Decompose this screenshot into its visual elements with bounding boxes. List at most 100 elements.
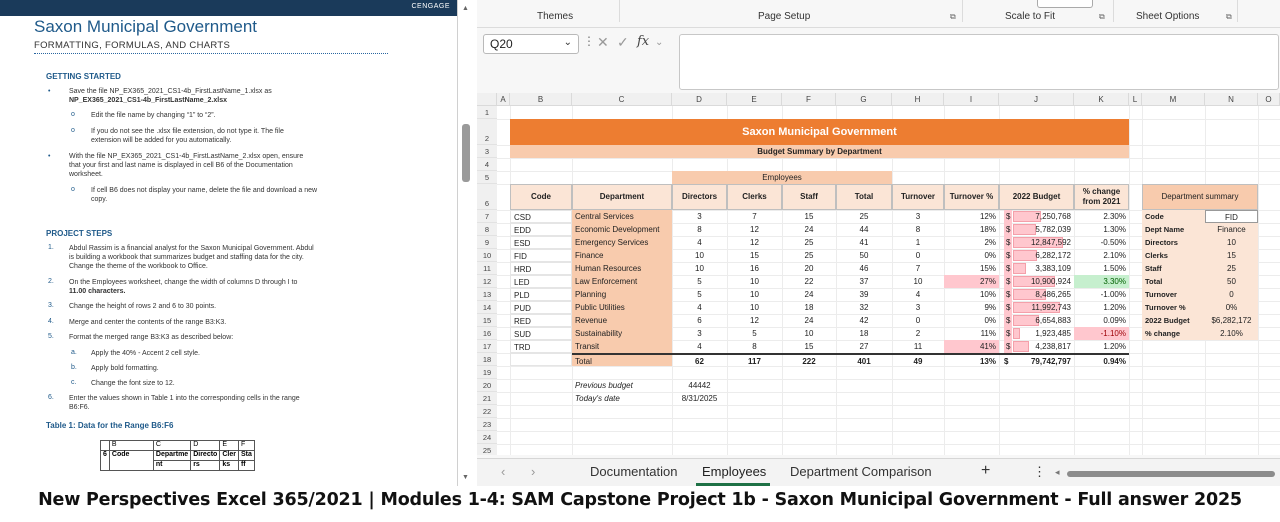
total-code[interactable]	[510, 353, 572, 366]
summary-label[interactable]: Clerks	[1142, 249, 1205, 262]
row-header-9[interactable]: 9	[477, 236, 497, 249]
total-s[interactable]: 222	[782, 353, 836, 366]
cell-turnover[interactable]: 8	[892, 223, 944, 236]
cell-budget[interactable]: $11,992,743	[999, 301, 1074, 314]
header-total[interactable]: Total	[836, 184, 892, 210]
cell-budget[interactable]: $6,282,172	[999, 249, 1074, 262]
row-header-14[interactable]: 14	[477, 301, 497, 314]
header-dept[interactable]: Department	[572, 184, 672, 210]
summary-value[interactable]: 15	[1205, 249, 1258, 262]
summary-value[interactable]: 25	[1205, 262, 1258, 275]
scroll-left-icon[interactable]: ◂	[1055, 467, 1060, 478]
cell-code[interactable]: FID	[510, 249, 572, 262]
cell-staff[interactable]: 25	[782, 249, 836, 262]
cell-turnover-pct[interactable]: 11%	[944, 327, 999, 340]
cell-turnover-pct[interactable]: 0%	[944, 249, 999, 262]
row-header-13[interactable]: 13	[477, 288, 497, 301]
cell-directors[interactable]: 3	[672, 327, 727, 340]
cell-turnover-pct[interactable]: 41%	[944, 340, 999, 353]
row-header-18[interactable]: 18	[477, 353, 497, 366]
more-tabs-icon[interactable]: ⋮	[1033, 464, 1046, 480]
cell-clerks[interactable]: 12	[727, 223, 782, 236]
column-header-l[interactable]: L	[1129, 93, 1142, 106]
header-change[interactable]: % change from 2021	[1074, 184, 1129, 210]
horizontal-scrollbar[interactable]	[1067, 471, 1275, 477]
cell-total[interactable]: 25	[836, 210, 892, 223]
column-header-a[interactable]: A	[497, 93, 510, 106]
row-header-3[interactable]: 3	[477, 145, 497, 158]
header-clerks[interactable]: Clerks	[727, 184, 782, 210]
cell-total[interactable]: 46	[836, 262, 892, 275]
cell-turnover-pct[interactable]: 2%	[944, 236, 999, 249]
cell-clerks[interactable]: 5	[727, 327, 782, 340]
cell-budget[interactable]: $4,238,817	[999, 340, 1074, 353]
cell-code[interactable]: LED	[510, 275, 572, 288]
tab-department-comparison[interactable]: Department Comparison	[790, 464, 932, 479]
cell-total[interactable]: 42	[836, 314, 892, 327]
cell-turnover-pct[interactable]: 10%	[944, 288, 999, 301]
cell-turnover[interactable]: 4	[892, 288, 944, 301]
sheet-options-launcher-icon[interactable]: ⧉	[1226, 12, 1232, 22]
summary-value[interactable]: 10	[1205, 236, 1258, 249]
cell-staff[interactable]: 24	[782, 288, 836, 301]
cell-department[interactable]: Transit	[572, 340, 672, 353]
cell-department[interactable]: Planning	[572, 288, 672, 301]
cell-clerks[interactable]: 15	[727, 249, 782, 262]
total-label[interactable]: Total	[572, 353, 672, 366]
cell-budget[interactable]: $8,486,265	[999, 288, 1074, 301]
employees-group-header[interactable]: Employees	[672, 171, 892, 184]
todays-date-label[interactable]: Today's date	[572, 392, 672, 405]
cell-turnover[interactable]: 11	[892, 340, 944, 353]
column-header-d[interactable]: D	[672, 93, 727, 106]
cell-budget[interactable]: $12,847,592	[999, 236, 1074, 249]
row-header-23[interactable]: 23	[477, 418, 497, 431]
cell-directors[interactable]: 6	[672, 314, 727, 327]
summary-value[interactable]: FID	[1205, 210, 1258, 223]
cell-turnover[interactable]: 3	[892, 301, 944, 314]
ribbon-group-sheet-options[interactable]: Sheet Options	[1136, 11, 1199, 22]
insert-function-icon[interactable]: fx	[637, 34, 649, 49]
cell-turnover-pct[interactable]: 12%	[944, 210, 999, 223]
cell-turnover[interactable]: 0	[892, 249, 944, 262]
cell-directors[interactable]: 4	[672, 236, 727, 249]
row-header-15[interactable]: 15	[477, 314, 497, 327]
column-header-g[interactable]: G	[836, 93, 892, 106]
cell-turnover[interactable]: 2	[892, 327, 944, 340]
cell-change[interactable]: 3.30%	[1074, 275, 1129, 288]
cell-department[interactable]: Emergency Services	[572, 236, 672, 249]
ribbon-group-scale-to-fit[interactable]: Scale to Fit	[1005, 11, 1055, 22]
cell-directors[interactable]: 3	[672, 210, 727, 223]
cell-turnover[interactable]: 7	[892, 262, 944, 275]
cancel-icon[interactable]: ✕	[597, 34, 609, 51]
cell-total[interactable]: 44	[836, 223, 892, 236]
cell-total[interactable]: 37	[836, 275, 892, 288]
total-turnover-pct[interactable]: 13%	[944, 353, 999, 366]
column-header-e[interactable]: E	[727, 93, 782, 106]
cell-change[interactable]: 1.20%	[1074, 340, 1129, 353]
previous-budget-label[interactable]: Previous budget	[572, 379, 672, 392]
cell-code[interactable]: PLD	[510, 288, 572, 301]
sheet-title[interactable]: Saxon Municipal Government	[510, 119, 1129, 145]
column-header-j[interactable]: J	[999, 93, 1074, 106]
summary-label[interactable]: Staff	[1142, 262, 1205, 275]
tab-documentation[interactable]: Documentation	[590, 464, 677, 479]
cell-staff[interactable]: 15	[782, 210, 836, 223]
row-header-8[interactable]: 8	[477, 223, 497, 236]
total-c[interactable]: 117	[727, 353, 782, 366]
cell-change[interactable]: 2.10%	[1074, 249, 1129, 262]
cell-total[interactable]: 50	[836, 249, 892, 262]
cell-directors[interactable]: 4	[672, 340, 727, 353]
cell-staff[interactable]: 18	[782, 301, 836, 314]
cell-code[interactable]: ESD	[510, 236, 572, 249]
cell-turnover[interactable]: 3	[892, 210, 944, 223]
summary-value[interactable]: Finance	[1205, 223, 1258, 236]
row-header-12[interactable]: 12	[477, 275, 497, 288]
summary-label[interactable]: Code	[1142, 210, 1205, 223]
row-header-11[interactable]: 11	[477, 262, 497, 275]
cell-turnover[interactable]: 0	[892, 314, 944, 327]
summary-label[interactable]: % change	[1142, 327, 1205, 340]
cell-department[interactable]: Revenue	[572, 314, 672, 327]
cell-staff[interactable]: 15	[782, 340, 836, 353]
ribbon-group-page-setup[interactable]: Page Setup	[758, 11, 810, 22]
summary-label[interactable]: Directors	[1142, 236, 1205, 249]
